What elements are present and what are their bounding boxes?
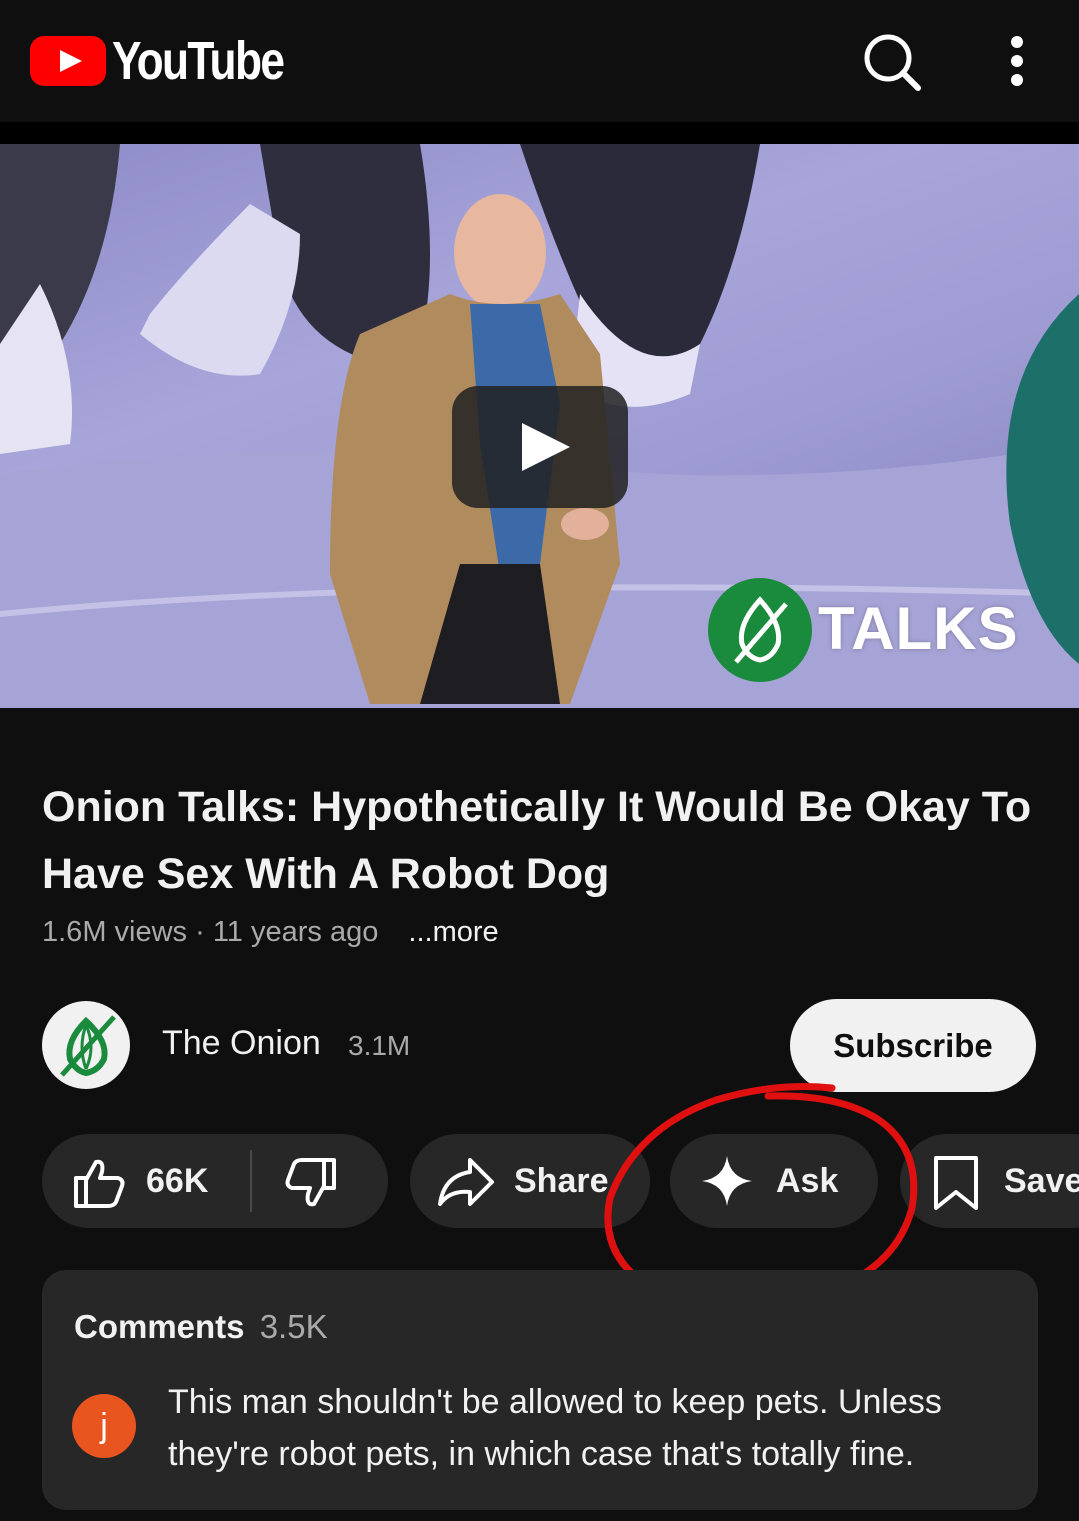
more-link[interactable]: ...more [408, 916, 498, 948]
comments-count: 3.5K [259, 1308, 328, 1345]
share-label: Share [514, 1162, 609, 1200]
onion-logo-icon [708, 578, 812, 682]
talks-overlay-text: TALKS [818, 595, 1019, 662]
save-label: Save [1004, 1162, 1079, 1200]
youtube-logo-icon[interactable] [30, 36, 106, 86]
ask-button[interactable]: Ask [670, 1134, 878, 1228]
thumbs-up-icon [74, 1159, 125, 1208]
bookmark-icon [934, 1156, 978, 1210]
meta-separator: · [195, 916, 213, 948]
onion-channel-logo-icon [60, 1015, 116, 1077]
video-player[interactable]: TALKS [0, 122, 1079, 708]
top-comment-text: This man shouldn't be allowed to keep pe… [168, 1383, 942, 1473]
video-title[interactable]: Onion Talks: Hypothetically It Would Be … [42, 774, 1032, 908]
channel-name[interactable]: The Onion [162, 1024, 321, 1063]
view-count: 1.6M views [42, 916, 188, 948]
video-thumbnail: TALKS [0, 144, 1079, 708]
like-button[interactable]: 66K [42, 1134, 248, 1228]
video-metadata[interactable]: 1.6M views · 11 years ago ...more [42, 916, 499, 949]
sparkle-icon [702, 1156, 752, 1206]
channel-avatar[interactable] [42, 1001, 130, 1089]
search-icon[interactable] [860, 30, 924, 94]
subscribe-button[interactable]: Subscribe [790, 999, 1036, 1092]
ask-label: Ask [776, 1162, 839, 1200]
top-app-bar: YouTube [0, 0, 1079, 122]
like-dislike-chip: 66K [42, 1134, 388, 1228]
share-arrow-icon [438, 1158, 494, 1206]
save-button[interactable]: Save [900, 1134, 1079, 1228]
comments-heading: Comments 3.5K [74, 1308, 328, 1346]
play-button[interactable] [452, 386, 628, 508]
like-count: 66K [146, 1162, 209, 1200]
comments-card[interactable]: Comments 3.5K j This man shouldn't be al… [42, 1270, 1038, 1510]
share-button[interactable]: Share [410, 1134, 650, 1228]
commenter-avatar: j [72, 1394, 136, 1458]
comments-title: Comments [74, 1308, 245, 1345]
like-divider [250, 1150, 252, 1212]
thumbs-down-icon[interactable] [284, 1156, 340, 1212]
youtube-logo-text[interactable]: YouTube [112, 30, 285, 92]
more-vert-icon[interactable] [994, 34, 1040, 90]
subscriber-count: 3.1M [348, 1030, 411, 1061]
upload-age: 11 years ago [212, 916, 379, 948]
